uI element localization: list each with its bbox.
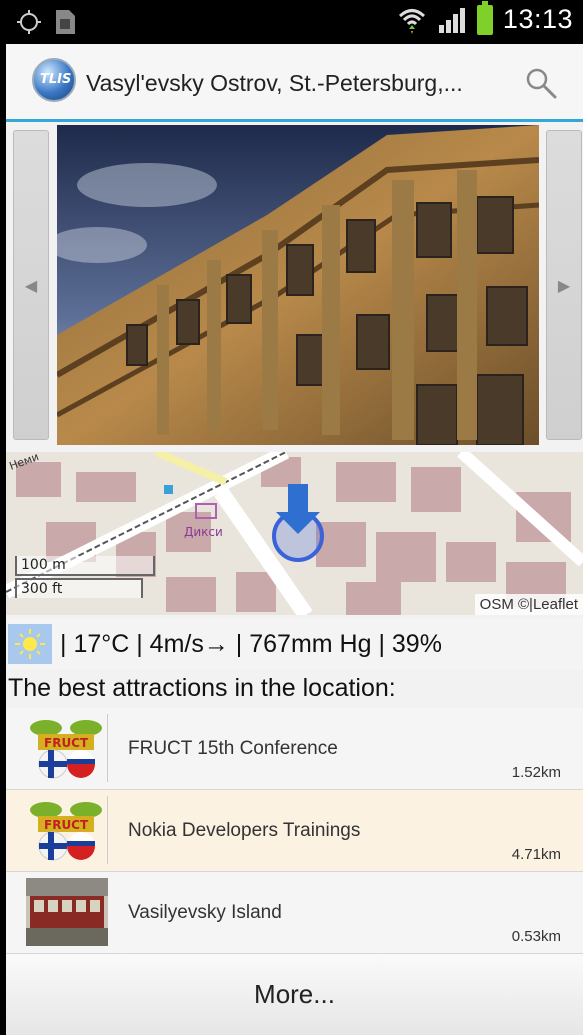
search-icon[interactable] xyxy=(524,66,558,100)
gps-icon xyxy=(17,10,41,34)
chevron-left-icon: ◀ xyxy=(24,275,38,295)
scale-metric: 100 m xyxy=(15,556,155,576)
photo-gallery: ◀ ▶ xyxy=(6,122,583,447)
app-logo-text: TLIS xyxy=(40,72,72,87)
attraction-distance: 0.53km xyxy=(511,928,561,945)
signal-icon xyxy=(438,7,465,33)
attraction-distance: 1.52km xyxy=(511,764,561,781)
location-photo[interactable] xyxy=(57,125,539,445)
svg-text:FRUCT: FRUCT xyxy=(44,818,89,832)
attraction-title: Nokia Developers Trainings xyxy=(128,820,361,841)
map-scale: 100 m 300 ft xyxy=(15,556,155,598)
weather-summary: | 17°C | 4m/s→ | 767mm Hg | 39% xyxy=(60,630,442,658)
wifi-icon xyxy=(398,8,425,34)
map-shop-label: Дикси xyxy=(184,525,223,539)
tram-photo xyxy=(26,878,108,946)
app-logo-icon[interactable]: TLIS xyxy=(32,58,76,102)
location-map[interactable]: Неми Дикси 100 m 300 ft OSM ©|Leaflet xyxy=(6,452,583,615)
fruct-logo-icon: FRUCT xyxy=(26,714,108,782)
list-item[interactable]: Vasilyevsky Island 0.53km xyxy=(6,872,583,954)
status-right-icons: 13:13 xyxy=(397,0,573,35)
more-button[interactable]: More... xyxy=(6,954,583,1035)
location-title: Vasyl'evsky Ostrov, St.-Petersburg,... xyxy=(86,70,463,96)
fruct-logo-icon: FRUCT xyxy=(26,796,108,864)
map-attribution[interactable]: OSM ©|Leaflet xyxy=(474,594,583,615)
weather-bar: | 17°C | 4m/s→ | 767mm Hg | 39% xyxy=(6,618,583,670)
status-left-icons xyxy=(16,9,76,35)
status-clock: 13:13 xyxy=(502,4,573,34)
sun-icon xyxy=(8,624,52,664)
status-bar: 13:13 xyxy=(6,0,583,44)
previous-photo-button[interactable]: ◀ xyxy=(13,130,49,440)
list-item[interactable]: FRUCT Nokia Developers Trainings 4.71km xyxy=(6,790,583,872)
attraction-distance: 4.71km xyxy=(511,846,561,863)
attractions-heading: The best attractions in the location: xyxy=(8,674,396,702)
attraction-title: Vasilyevsky Island xyxy=(128,902,282,923)
attractions-list: FRUCT FRUCT 15th Conference 1.52km FRUCT… xyxy=(6,708,583,954)
scale-imperial: 300 ft xyxy=(15,578,143,598)
attraction-title: FRUCT 15th Conference xyxy=(128,738,338,759)
next-photo-button[interactable]: ▶ xyxy=(546,130,582,440)
app-screen: 13:13 TLIS Vasyl'evsky Ostrov, St.-Peter… xyxy=(6,0,583,1035)
action-bar: TLIS Vasyl'evsky Ostrov, St.-Petersburg,… xyxy=(6,44,583,122)
battery-icon xyxy=(476,0,493,35)
list-item[interactable]: FRUCT FRUCT 15th Conference 1.52km xyxy=(6,708,583,790)
chevron-right-icon: ▶ xyxy=(557,275,571,295)
svg-text:FRUCT: FRUCT xyxy=(44,736,89,750)
sim-card-icon xyxy=(56,10,75,34)
